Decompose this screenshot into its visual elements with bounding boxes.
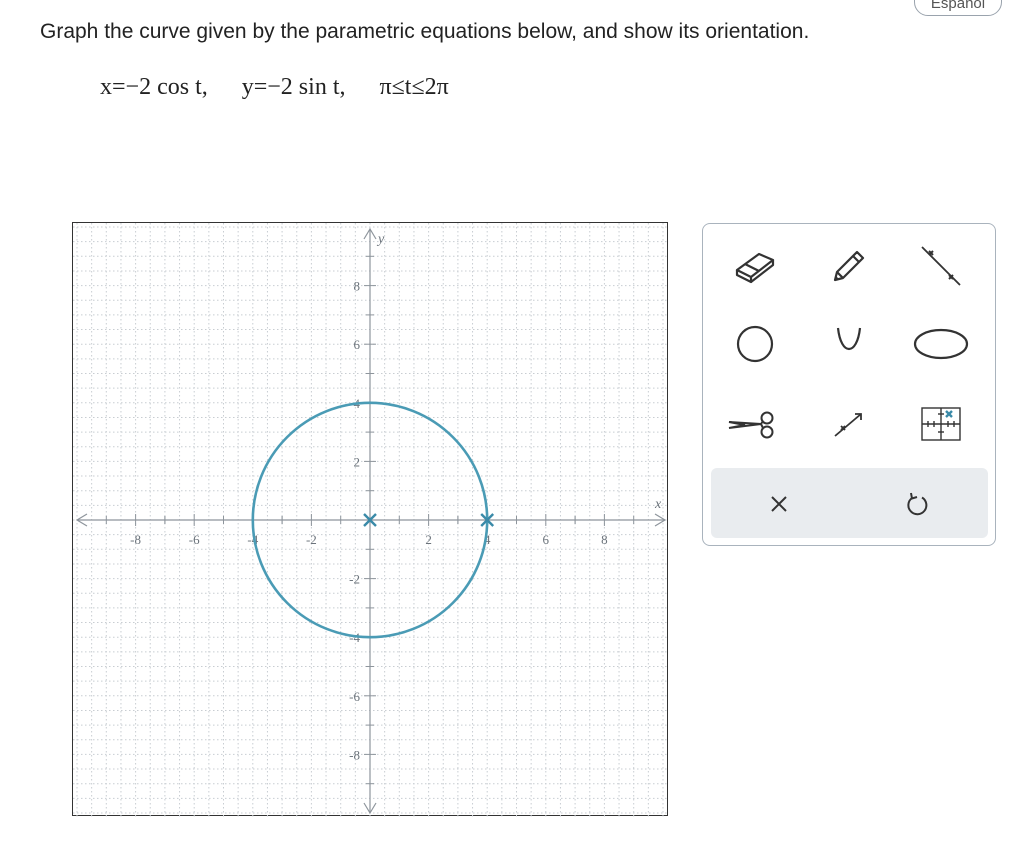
clear-button[interactable]: [749, 474, 809, 534]
equation-x: x=−2 cos t,: [100, 74, 208, 100]
point-grid-icon: [921, 407, 961, 441]
pencil-tool[interactable]: [819, 236, 879, 296]
scissors-icon: [728, 411, 774, 439]
circle-icon: [736, 325, 774, 363]
equation-y: y=−2 sin t,: [241, 74, 346, 100]
tool-panel: [702, 223, 996, 546]
ray-icon: [834, 413, 862, 437]
x-tick-label: 8: [601, 532, 608, 547]
language-button[interactable]: Español: [914, 0, 1002, 16]
eraser-tool[interactable]: [725, 236, 785, 296]
x-tick-label: -2: [306, 532, 317, 547]
undo-button[interactable]: [887, 474, 947, 534]
line-segment-icon: [921, 246, 961, 286]
ellipse-tool[interactable]: [911, 314, 971, 374]
ray-tool[interactable]: [819, 394, 879, 454]
x-tick-label: -6: [189, 532, 200, 547]
x-tick-label: 2: [425, 532, 432, 547]
parametric-equations: x=−2 cos t, y=−2 sin t, π≤t≤2π: [100, 74, 449, 101]
scissors-tool[interactable]: [725, 394, 785, 454]
pencil-icon: [833, 250, 865, 282]
problem-instruction: Graph the curve given by the parametric …: [40, 20, 810, 43]
y-tick-label: -8: [349, 747, 360, 762]
y-tick-label: -2: [349, 572, 360, 587]
point-tool[interactable]: [911, 394, 971, 454]
parabola-icon: [836, 327, 862, 350]
ellipse-icon: [913, 328, 969, 360]
y-tick-label: 8: [354, 279, 361, 294]
line-tool[interactable]: [911, 236, 971, 296]
clear-icon: [771, 496, 787, 512]
y-axis-label: y: [376, 232, 385, 247]
circle-tool[interactable]: [725, 314, 785, 374]
undo-icon: [907, 492, 928, 516]
x-tick-label: -8: [130, 532, 141, 547]
x-axis-label: x: [654, 497, 662, 512]
coordinate-plane[interactable]: -8 -6 -4 -2 2 4 6 88642-2-4-6-8xy: [73, 223, 669, 817]
action-bar: [711, 468, 988, 538]
y-tick-label: 6: [354, 337, 361, 352]
parameter-range: π≤t≤2π: [379, 74, 449, 100]
eraser-icon: [735, 252, 775, 284]
y-tick-label: -6: [349, 689, 360, 704]
graph-canvas[interactable]: -8 -6 -4 -2 2 4 6 8 8 6 4 2 -2 -4 -6 -8 x y: [72, 222, 669, 817]
y-tick-label: 2: [354, 454, 361, 469]
parabola-tool[interactable]: [819, 314, 879, 374]
x-tick-label: 6: [543, 532, 550, 547]
